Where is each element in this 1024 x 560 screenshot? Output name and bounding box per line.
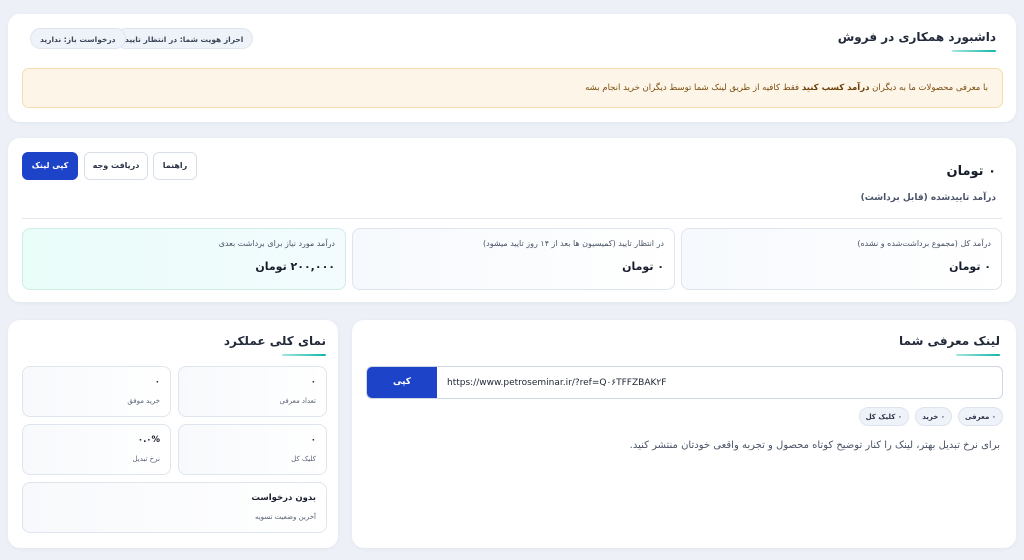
total-clicks-label: کلیک کل [291,455,316,463]
title-underline [282,354,326,356]
required-income-value: ۲۰۰,۰۰۰ تومان [255,260,335,273]
total-clicks-stat: ۰ کلیک کل [178,424,327,475]
identity-status-badge: احراز هویت شما: در انتظار تایید [115,28,254,49]
link-title-wrap: لینک معرفی شما [899,334,1000,356]
referrals-stat: ۰ تعداد معرفی [178,366,327,417]
approved-income-amount: ۰ تومان [946,164,996,179]
conversion-rate-value: ۰.۰% [137,435,160,445]
performance-title: نمای کلی عملکرد [223,334,326,348]
click-count-badge: ۰ کلیک کل [858,407,909,426]
required-income-stat: درآمد مورد نیاز برای برداشت بعدی ۲۰۰,۰۰۰… [22,228,346,290]
total-income-label: درآمد کل (مجموع برداشت‌شده و نشده) [857,239,991,248]
guide-button[interactable]: راهنما [153,152,197,180]
notice-text-start: با معرفی محصولات ما به دیگران [869,83,988,93]
referral-link-title: لینک معرفی شما [899,334,1000,348]
payout-button[interactable]: دریافت وجه [84,152,148,180]
notice-text-bold: درآمد کسب کنید [801,83,870,93]
copy-link-button[interactable]: کپی لینک [22,152,78,180]
withdraw-request-badge: درخواست باز: ندارید [30,28,126,49]
settlement-status-stat: بدون درخواست آخرین وضعیت تسویه [22,482,327,533]
settlement-status-label: آخرین وضعیت تسویه [254,513,316,521]
header-title-wrap: داشبورد همکاری در فروش [838,30,996,52]
page-title: داشبورد همکاری در فروش [837,30,996,44]
conversion-rate-label: نرخ تبدیل [132,455,160,463]
referral-link-card: لینک معرفی شما کپی ۰ معرفی ۰ خرید ۰ کلیک… [352,320,1016,548]
pending-income-value: ۰ تومان [622,260,664,273]
referral-link-input[interactable] [439,367,1002,398]
referral-hint-text: برای نرخ تبدیل بهتر، لینک را کنار توضیح … [629,440,1000,451]
referrals-value: ۰ [310,377,316,387]
referrals-label: تعداد معرفی [279,397,316,405]
income-card: ۰ تومان درآمد تاییدشده (قابل برداشت) راه… [8,138,1016,302]
copy-button[interactable]: کپی [367,367,437,398]
dashboard-header-card: داشبورد همکاری در فروش احراز هویت شما: د… [8,14,1016,122]
purchase-count-badge: ۰ خرید [915,407,952,426]
successful-purchases-label: خرید موفق [127,397,160,405]
notice-text-end: فقط کافیه از طریق لینک شما توسط دیگران خ… [585,83,802,93]
divider [22,218,1002,219]
settlement-status-value: بدون درخواست [251,493,316,503]
approved-income-label: درآمد تاییدشده (قابل برداشت) [860,193,996,203]
info-notice: با معرفی محصولات ما به دیگران درآمد کسب … [22,68,1003,108]
total-clicks-value: ۰ [310,435,316,445]
total-income-value: ۰ تومان [949,260,991,273]
pending-income-stat: در انتظار تایید (کمیسیون ها بعد از ۱۴ رو… [352,228,675,290]
total-income-stat: درآمد کل (مجموع برداشت‌شده و نشده) ۰ توم… [681,228,1002,290]
successful-purchases-value: ۰ [154,377,160,387]
required-income-label: درآمد مورد نیاز برای برداشت بعدی [218,239,335,248]
referral-link-field: کپی [366,366,1003,399]
title-underline [952,50,996,52]
successful-purchases-stat: ۰ خرید موفق [22,366,171,417]
pending-income-label: در انتظار تایید (کمیسیون ها بعد از ۱۴ رو… [483,239,664,248]
title-underline [956,354,1000,356]
performance-card: نمای کلی عملکرد ۰ تعداد معرفی ۰ خرید موف… [8,320,338,548]
perf-title-wrap: نمای کلی عملکرد [224,334,326,356]
conversion-rate-stat: ۰.۰% نرخ تبدیل [22,424,171,475]
referral-count-badge: ۰ معرفی [957,407,1003,426]
